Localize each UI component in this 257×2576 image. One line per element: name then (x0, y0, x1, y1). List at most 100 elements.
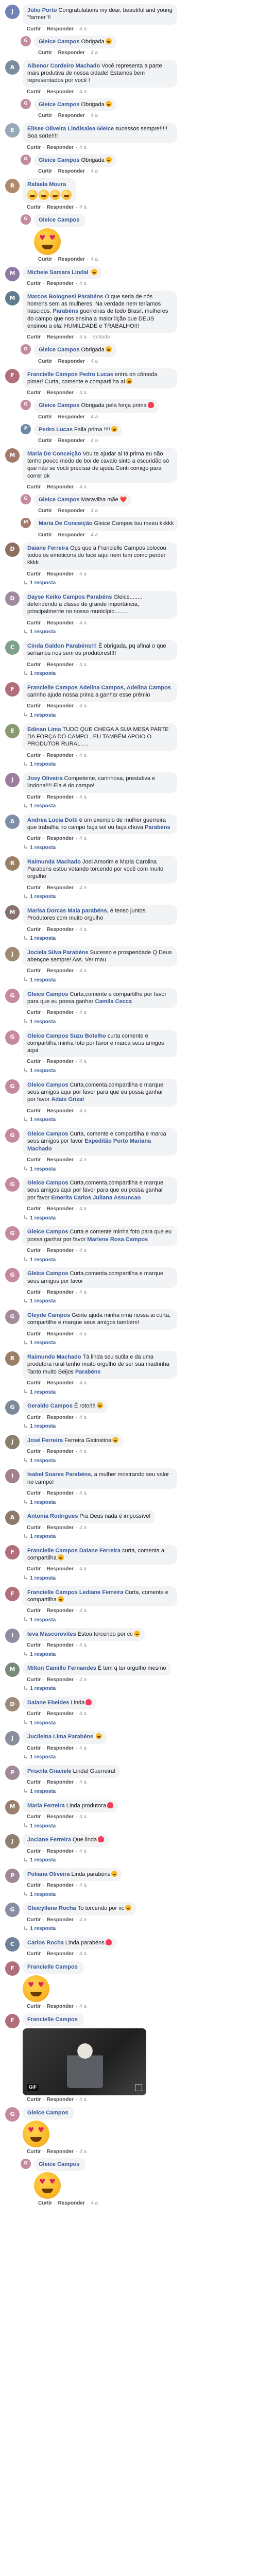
reply-button[interactable]: Responder (47, 484, 74, 490)
avatar[interactable]: R (5, 1351, 20, 1366)
commenter-name[interactable]: José Ferreira (27, 1437, 63, 1444)
avatar[interactable]: D (5, 591, 20, 606)
reply-button[interactable]: Responder (47, 1414, 74, 1421)
timestamp[interactable]: 4 a (91, 507, 98, 514)
reply-button[interactable]: Responder (47, 1779, 74, 1786)
avatar[interactable]: J (5, 1834, 20, 1849)
commenter-name[interactable]: Pedro Lucas (39, 427, 73, 433)
like-button[interactable]: Curtir (38, 358, 52, 365)
like-button[interactable]: Curtir (27, 1009, 41, 1016)
commenter-name[interactable]: Gleice Campos (39, 157, 79, 163)
reply-button[interactable]: Responder (58, 168, 85, 175)
commenter-name[interactable]: Albenor Cordeiro Machado (27, 63, 100, 69)
commenter-name[interactable]: Marcos Bolognesi (27, 294, 76, 300)
reply-button[interactable]: Responder (47, 1490, 74, 1497)
reply-button[interactable]: Responder (47, 1917, 74, 1923)
commenter-name[interactable]: Daiane Ebeldes (27, 1700, 69, 1706)
avatar[interactable]: J (5, 946, 20, 961)
mention[interactable]: parabéns, (82, 908, 109, 914)
like-button[interactable]: Curtir (27, 1247, 41, 1254)
commenter-name[interactable]: Gleice Campos (27, 1033, 68, 1039)
timestamp[interactable]: 4 a (79, 1206, 87, 1212)
mention[interactable]: Adaís Grizal (51, 1096, 84, 1103)
like-button[interactable]: Curtir (38, 256, 52, 263)
timestamp[interactable]: 4 a (79, 26, 87, 32)
view-replies-link[interactable]: ↳ 1 resposta (0, 1650, 257, 1660)
reply-button[interactable]: Responder (47, 280, 74, 287)
mention[interactable]: Marlene Rosa Campos (87, 1236, 148, 1243)
like-button[interactable]: Curtir (27, 2148, 41, 2155)
view-replies-link[interactable]: ↳ 1 resposta (0, 802, 257, 812)
like-button[interactable]: Curtir (38, 532, 52, 538)
reply-button[interactable]: Responder (47, 752, 74, 759)
avatar[interactable]: A (5, 814, 20, 829)
like-button[interactable]: Curtir (27, 1745, 41, 1752)
like-button[interactable]: Curtir (27, 1108, 41, 1114)
avatar[interactable]: G (21, 400, 31, 411)
avatar[interactable]: G (5, 1030, 20, 1045)
avatar[interactable]: G (21, 36, 31, 46)
view-replies-link[interactable]: ↳ 1 resposta (0, 1787, 257, 1797)
mention[interactable]: Adelina Campos, Adelina Campos (79, 685, 171, 691)
reply-button[interactable]: Responder (47, 703, 74, 709)
timestamp[interactable]: 4 a (79, 1490, 87, 1497)
avatar[interactable]: G (5, 1128, 20, 1143)
commenter-name[interactable]: Andrea Lucia Dotti (27, 817, 78, 823)
timestamp[interactable]: 4 a (79, 89, 87, 95)
gif-attachment[interactable]: GIF (23, 2028, 146, 2095)
timestamp[interactable]: 4 a (79, 1882, 87, 1889)
like-button[interactable]: Curtir (38, 168, 52, 175)
commenter-name[interactable]: Carlos Rocha (27, 1940, 64, 1946)
avatar[interactable]: G (5, 2107, 20, 2122)
timestamp[interactable]: 4 a (79, 144, 87, 151)
avatar[interactable]: G (21, 2159, 31, 2170)
avatar[interactable]: G (21, 344, 31, 355)
view-replies-link[interactable]: ↳ 1 resposta (0, 1822, 257, 1832)
like-button[interactable]: Curtir (27, 1814, 41, 1820)
reply-button[interactable]: Responder (58, 414, 85, 420)
commenter-name[interactable]: Jucileina Lima (27, 1734, 66, 1740)
avatar[interactable]: F (5, 368, 20, 383)
avatar[interactable]: M (5, 1663, 20, 1677)
commenter-name[interactable]: Gleice Campos (27, 1131, 68, 1137)
reply-button[interactable]: Responder (58, 2200, 85, 2207)
commenter-name[interactable]: Rafaela Moura (27, 181, 66, 188)
avatar[interactable]: E (5, 723, 20, 738)
reply-button[interactable]: Responder (47, 1814, 74, 1820)
timestamp[interactable]: 4 a (79, 926, 87, 933)
avatar[interactable]: J (5, 5, 20, 19)
reply-button[interactable]: Responder (47, 1566, 74, 1572)
timestamp[interactable]: 4 a (79, 1058, 87, 1065)
like-button[interactable]: Curtir (27, 794, 41, 801)
commenter-name[interactable]: Gleice Campos (39, 217, 79, 223)
timestamp[interactable]: 4 a (79, 1414, 87, 1421)
reply-button[interactable]: Responder (47, 1206, 74, 1212)
reply-button[interactable]: Responder (47, 1607, 74, 1614)
like-button[interactable]: Curtir (27, 2003, 41, 2010)
timestamp[interactable]: 4 a (91, 49, 98, 56)
timestamp[interactable]: 4 a (91, 112, 98, 119)
commenter-name[interactable]: Gleice Campos (27, 1082, 68, 1088)
commenter-name[interactable]: Maria De Conceição (39, 520, 93, 527)
like-button[interactable]: Curtir (27, 204, 41, 211)
like-button[interactable]: Curtir (27, 703, 41, 709)
timestamp[interactable]: 4 a (79, 1676, 87, 1683)
avatar[interactable]: G (5, 1400, 20, 1415)
avatar[interactable]: F (5, 682, 20, 697)
like-button[interactable]: Curtir (27, 571, 41, 578)
view-replies-link[interactable]: ↳ 1 resposta (0, 579, 257, 589)
timestamp[interactable]: 4 a (79, 1157, 87, 1163)
timestamp[interactable]: 4 a (79, 2148, 87, 2155)
like-button[interactable]: Curtir (27, 1524, 41, 1531)
like-button[interactable]: Curtir (27, 885, 41, 891)
commenter-name[interactable]: Gleyde Campos (27, 1312, 70, 1318)
commenter-name[interactable]: Raimunda Machado (27, 859, 81, 865)
commenter-name[interactable]: Gleice Campos (39, 2161, 79, 2167)
commenter-name[interactable]: Poliana Oliveira (27, 1871, 70, 1877)
view-replies-link[interactable]: ↳ 1 resposta (0, 1719, 257, 1728)
reply-button[interactable]: Responder (47, 885, 74, 891)
commenter-name[interactable]: Gleicyllane Rocha (27, 1905, 76, 1911)
view-replies-link[interactable]: ↳ 1 resposta (0, 1165, 257, 1175)
like-button[interactable]: Curtir (27, 662, 41, 668)
timestamp[interactable]: 4 a (79, 334, 87, 341)
